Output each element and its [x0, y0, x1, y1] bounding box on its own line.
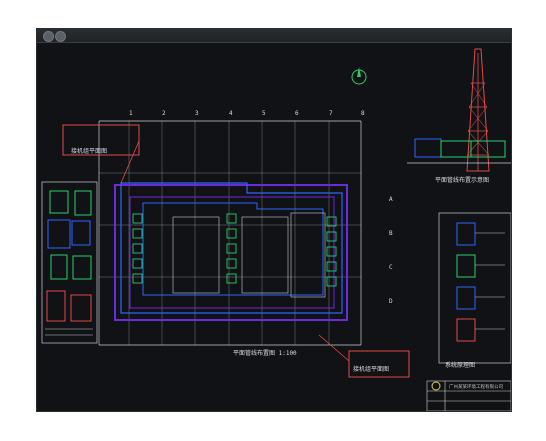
grid-left-b: B	[389, 230, 393, 237]
cad-canvas[interactable]: 1 2 3 4 5 6 7 8 A B C D 平面管线布置图 1:100 接机…	[37, 43, 511, 411]
title-block: 广州某某环境工程有限公司	[426, 380, 511, 411]
elevation-title: 平面管线布置示意图	[435, 176, 489, 184]
titleblock-company: 广州某某环境工程有限公司	[449, 383, 503, 390]
system-diagram: 系统原理图	[438, 212, 511, 369]
right-box-title: 接机组平面图	[353, 365, 389, 373]
grid-top-2: 2	[162, 110, 166, 117]
grid-top-4: 4	[229, 110, 233, 117]
left-detail-panel	[41, 181, 98, 344]
grid-left-d: D	[389, 298, 393, 305]
window-button-close[interactable]	[43, 31, 54, 42]
grid-top-6: 6	[295, 110, 299, 117]
grid-top-5: 5	[262, 110, 266, 117]
north-arrow-icon	[351, 67, 367, 85]
grid-left-a: A	[389, 196, 393, 203]
grid-top-3: 3	[195, 110, 199, 117]
plan-title: 平面管线布置图 1:100	[233, 349, 297, 357]
right-elevation: 平面管线布置示意图	[407, 48, 511, 184]
cad-drawing: 1 2 3 4 5 6 7 8 A B C D 平面管线布置图 1:100 接机…	[41, 48, 511, 411]
main-plan: 1 2 3 4 5 6 7 8 A B C D 平面管线布置图 1:100 接机…	[62, 110, 410, 378]
grid-left-labels: A B C D	[389, 196, 393, 305]
grid-top-labels: 1 2 3 4 5 6 7 8	[129, 110, 365, 117]
grid-top-7: 7	[329, 110, 333, 117]
legend-title: 系统原理图	[445, 361, 475, 369]
grid-top-1: 1	[129, 110, 133, 117]
window-titlebar	[37, 29, 511, 43]
grid-top-8: 8	[361, 110, 365, 117]
grid-left-c: C	[389, 264, 393, 271]
left-box-title: 接机组平面图	[71, 147, 107, 155]
cad-window: 1 2 3 4 5 6 7 8 A B C D 平面管线布置图 1:100 接机…	[36, 28, 512, 412]
window-button-minimize[interactable]	[55, 31, 66, 42]
